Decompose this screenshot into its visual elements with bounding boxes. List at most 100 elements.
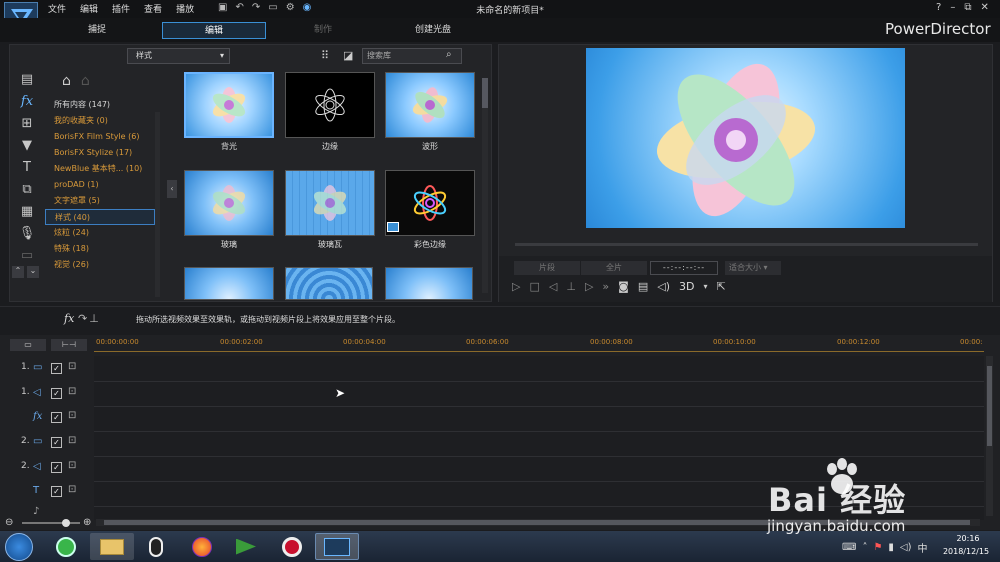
preview-size-select[interactable]: 适合大小 ▾ [725,261,781,275]
movie-mode-button[interactable]: 全片 [581,261,647,275]
help-icon[interactable]: ? [936,2,941,13]
three-d-button[interactable]: 3D [679,280,694,293]
tab-create-disc[interactable]: 创建光盘 [394,22,472,39]
add-to-fx-track-icon[interactable]: fx [64,312,74,325]
track-enable-checkbox[interactable]: ✓ [51,388,62,399]
tab-edit[interactable]: 编辑 [162,22,266,39]
settings-icon[interactable]: ⚙ [286,2,295,13]
add-tag-icon[interactable]: ⌂ [62,73,71,89]
voice-record-icon[interactable]: 🎙 [10,222,44,244]
menu-edit[interactable]: 编辑 [80,2,98,15]
timeline-vertical-scrollbar-thumb[interactable] [987,366,992,446]
zoom-slider-knob[interactable] [62,519,70,527]
track-header[interactable]: 1. ◁ ✓ ⊡ [0,383,93,407]
tab-capture[interactable]: 捕捉 [58,22,136,39]
category-item[interactable]: 所有内容 (147) [45,97,155,113]
aspect-ratio-icon[interactable]: ▭ [268,2,277,13]
search-icon[interactable]: ⌕ [446,49,452,60]
effect-thumbnail[interactable]: 波形 [385,72,475,152]
scroll-down-icon[interactable]: ⌄ [27,266,39,278]
minimize-icon[interactable]: – [950,2,955,13]
stop-icon[interactable]: □ [529,280,539,293]
track-header[interactable]: fx ✓ ⊡ [0,407,93,431]
chapter-room-icon[interactable]: ▭ [10,244,44,266]
effect-room-icon[interactable]: fx [10,90,44,112]
effect-thumbnail-partial[interactable] [285,267,373,300]
library-scrollbar-thumb[interactable] [482,78,488,108]
tab-produce[interactable]: 制作 [284,22,362,39]
ime-icon[interactable]: 中 [918,540,928,555]
chevron-up-icon[interactable]: ˄ [862,542,867,553]
category-item[interactable]: 视觉 (26) [45,257,155,273]
clock-time[interactable]: 20:16 [948,534,988,543]
category-item[interactable]: BorisFX Film Style (6) [45,129,155,145]
remove-tag-icon[interactable]: ⌂ [81,73,90,89]
effect-thumbnail[interactable]: 玻璃瓦 [285,170,375,250]
scroll-up-icon[interactable]: ⌃ [12,266,24,278]
snapshot-icon[interactable]: ◙ [618,280,629,293]
zoom-out-icon[interactable]: ⊖ [5,517,13,528]
lock-icon[interactable]: ⊡ [68,484,76,495]
particle-room-icon[interactable]: ▼ [10,134,44,156]
track-enable-checkbox[interactable]: ✓ [51,437,62,448]
undo-icon[interactable]: ↶ [235,2,243,13]
lock-icon[interactable]: ⊡ [68,460,76,471]
fit-timeline-button[interactable]: ⊢⊣ [51,339,87,351]
menu-view[interactable]: 查看 [144,2,162,15]
zoom-in-icon[interactable]: ⊕ [83,517,91,528]
track-enable-checkbox[interactable]: ✓ [51,363,62,374]
menu-plugins[interactable]: 插件 [112,2,130,15]
effect-thumbnail[interactable]: 彩色边缘 [385,170,475,250]
subtitle-icon[interactable]: ▤ [638,280,648,293]
transition-room-icon[interactable]: ⧉ [10,178,44,200]
category-item-selected[interactable]: 样式 (40) [45,209,155,225]
category-scrollbar[interactable] [155,112,160,297]
split-icon[interactable]: ⊥ [566,280,576,293]
insert-icon[interactable]: ⊥ [89,312,99,325]
keyboard-icon[interactable]: ⌨ [842,542,856,553]
apply-effect-icon[interactable]: ↷ [78,312,87,325]
chevron-down-icon[interactable]: ▾ [703,282,707,291]
effect-thumbnail[interactable]: 背光 [184,72,274,152]
collapse-panel-button[interactable]: ‹ [167,180,177,198]
record-app-icon[interactable] [270,533,314,560]
lock-icon[interactable]: ⊡ [68,361,76,372]
upgrade-icon[interactable]: ◉ [303,2,312,13]
menu-file[interactable]: 文件 [48,2,66,15]
undock-icon[interactable]: ⇱ [716,280,725,293]
subtitle-room-icon[interactable]: ▦ [10,200,44,222]
category-item[interactable]: BorisFX Stylize (17) [45,145,155,161]
track-enable-checkbox[interactable]: ✓ [51,486,62,497]
category-item[interactable]: 文字遮罩 (5) [45,193,155,209]
save-icon[interactable]: ▣ [218,2,227,13]
powerdirector-taskbar-icon[interactable] [315,533,359,560]
effect-thumbnail[interactable]: 玻璃 [184,170,274,250]
volume-icon[interactable]: ◁) [657,280,670,293]
lock-icon[interactable]: ⊡ [68,435,76,446]
effect-thumbnail[interactable]: 边缘 [285,72,375,152]
volume-icon[interactable]: ◁) [900,542,912,553]
pip-room-icon[interactable]: ⊞ [10,112,44,134]
thumbnail-size-icon[interactable]: ◪ [343,49,353,62]
network-icon[interactable]: ▮ [888,542,894,553]
firefox-icon[interactable] [180,533,224,560]
fast-forward-icon[interactable]: » [602,280,609,293]
video-app-icon[interactable] [224,533,268,560]
timecode-display[interactable]: --:--:--:-- [650,261,718,275]
effect-thumbnail-partial[interactable] [184,267,274,300]
track-header[interactable]: 1. ▭ ✓ ⊡ [0,358,93,382]
library-scrollbar[interactable] [482,78,488,293]
grid-view-icon[interactable]: ⠿ [321,49,329,62]
preview-scrubber[interactable] [515,243,978,246]
browser-360-icon[interactable] [44,533,88,560]
category-item[interactable]: 特殊 (18) [45,241,155,257]
track-header[interactable]: 2. ◁ ✓ ⊡ [0,457,93,481]
track-enable-checkbox[interactable]: ✓ [51,462,62,473]
restore-icon[interactable]: ⧉ [964,2,971,13]
track-enable-checkbox[interactable]: ✓ [51,412,62,423]
media-room-icon[interactable]: ▤ [10,68,44,90]
start-button[interactable] [5,533,33,561]
track-header[interactable]: 2. ▭ ✓ ⊡ [0,432,93,456]
category-item[interactable]: 炫粒 (24) [45,225,155,241]
zoom-slider[interactable] [22,522,80,524]
